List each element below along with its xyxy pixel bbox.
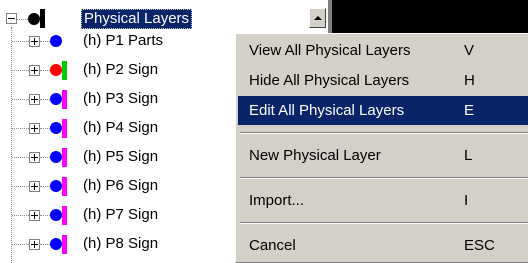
tree-branch-line bbox=[12, 215, 29, 216]
tree-item-label[interactable]: (h) P5 Sign bbox=[83, 148, 158, 166]
expand-icon[interactable] bbox=[29, 152, 40, 163]
tree-branch-line bbox=[40, 128, 50, 129]
menu-item-label: New Physical Layer bbox=[249, 147, 381, 164]
expand-icon[interactable] bbox=[29, 94, 40, 105]
tree-branch-line bbox=[40, 70, 50, 71]
menu-item-hide-all-physical-layers[interactable]: Hide All Physical Layers H bbox=[238, 66, 528, 95]
menu-item-label: Import... bbox=[249, 192, 305, 209]
menu-item-shortcut: V bbox=[464, 42, 475, 59]
menu-item-shortcut: E bbox=[464, 102, 475, 119]
scroll-up-button[interactable] bbox=[309, 8, 326, 28]
menu-item-cancel[interactable]: Cancel ESC bbox=[238, 231, 528, 260]
layer-color-dot-icon bbox=[50, 151, 62, 163]
tree-item-label[interactable]: (h) P7 Sign bbox=[83, 206, 158, 224]
menu-item-label: Edit All Physical Layers bbox=[249, 102, 405, 119]
menu-item-shortcut: H bbox=[464, 72, 475, 89]
tree-branch-line bbox=[12, 157, 29, 158]
tree-item-label[interactable]: (h) P6 Sign bbox=[83, 177, 158, 195]
menu-separator bbox=[240, 132, 528, 134]
tree-item-label[interactable]: (h) P3 Sign bbox=[83, 90, 158, 108]
workspace-area bbox=[332, 0, 528, 34]
layer-color-dot-icon bbox=[50, 35, 62, 47]
layer-color-bar-icon bbox=[40, 9, 45, 28]
triangle-up-icon bbox=[314, 16, 322, 20]
layer-color-dot-icon bbox=[50, 180, 62, 192]
menu-separator bbox=[240, 222, 528, 224]
layer-color-dot-icon bbox=[50, 93, 62, 105]
expand-icon[interactable] bbox=[29, 181, 40, 192]
expand-icon[interactable] bbox=[29, 123, 40, 134]
tree-branch-line bbox=[40, 244, 50, 245]
expand-icon[interactable] bbox=[29, 210, 40, 221]
layer-color-dot-icon bbox=[50, 209, 62, 221]
layer-color-bar-icon bbox=[62, 119, 67, 138]
menu-item-view-all-physical-layers[interactable]: View All Physical Layers V bbox=[238, 36, 528, 65]
menu-item-shortcut: L bbox=[464, 147, 473, 164]
tree-branch-line bbox=[12, 41, 29, 42]
tree-connector-line bbox=[11, 27, 12, 263]
layer-color-bar-icon bbox=[62, 148, 67, 167]
tree-item-label[interactable]: (h) P4 Sign bbox=[83, 119, 158, 137]
layer-color-dot-icon bbox=[50, 122, 62, 134]
tree-root-label[interactable]: Physical Layers bbox=[81, 9, 193, 29]
layer-tree: Physical Layers (h) P1 Parts (h) P2 Sign (… bbox=[0, 0, 250, 263]
context-menu: View All Physical Layers V Hide All Physic… bbox=[235, 33, 528, 263]
tree-branch-line bbox=[40, 41, 50, 42]
layer-color-dot-icon bbox=[50, 64, 62, 76]
tree-branch-line bbox=[12, 70, 29, 71]
layer-color-dot-icon bbox=[50, 238, 62, 250]
layer-color-bar-icon bbox=[62, 177, 67, 196]
tree-branch-line bbox=[12, 244, 29, 245]
menu-item-new-physical-layer[interactable]: New Physical Layer L bbox=[238, 141, 528, 170]
menu-item-shortcut: ESC bbox=[464, 237, 495, 254]
expand-icon[interactable] bbox=[29, 36, 40, 47]
layer-color-bar-icon bbox=[62, 235, 67, 254]
tree-branch-line bbox=[40, 215, 50, 216]
menu-item-shortcut: I bbox=[464, 192, 469, 209]
tree-branch-line bbox=[12, 99, 29, 100]
expand-icon[interactable] bbox=[29, 65, 40, 76]
tree-item-label[interactable]: (h) P1 Parts bbox=[83, 32, 163, 50]
tree-branch-line bbox=[40, 99, 50, 100]
tree-item-label[interactable]: (h) P2 Sign bbox=[83, 61, 158, 79]
tree-item-label[interactable]: (h) P8 Sign bbox=[83, 235, 158, 253]
layer-color-bar-icon bbox=[62, 61, 67, 80]
tree-branch-line bbox=[12, 186, 29, 187]
menu-item-label: View All Physical Layers bbox=[249, 42, 411, 59]
layer-color-bar-icon bbox=[62, 90, 67, 109]
collapse-icon[interactable] bbox=[6, 13, 17, 24]
layer-color-bar-icon bbox=[62, 206, 67, 225]
tree-branch-line bbox=[12, 128, 29, 129]
menu-item-label: Hide All Physical Layers bbox=[249, 72, 410, 89]
menu-item-edit-all-physical-layers[interactable]: Edit All Physical Layers E bbox=[238, 96, 528, 125]
tree-branch-line bbox=[40, 157, 50, 158]
menu-item-import[interactable]: Import... I bbox=[238, 186, 528, 215]
menu-separator bbox=[240, 177, 528, 179]
expand-icon[interactable] bbox=[29, 239, 40, 250]
menu-item-label: Cancel bbox=[249, 237, 296, 254]
tree-branch-line bbox=[40, 186, 50, 187]
layer-color-dot-icon bbox=[28, 13, 40, 25]
